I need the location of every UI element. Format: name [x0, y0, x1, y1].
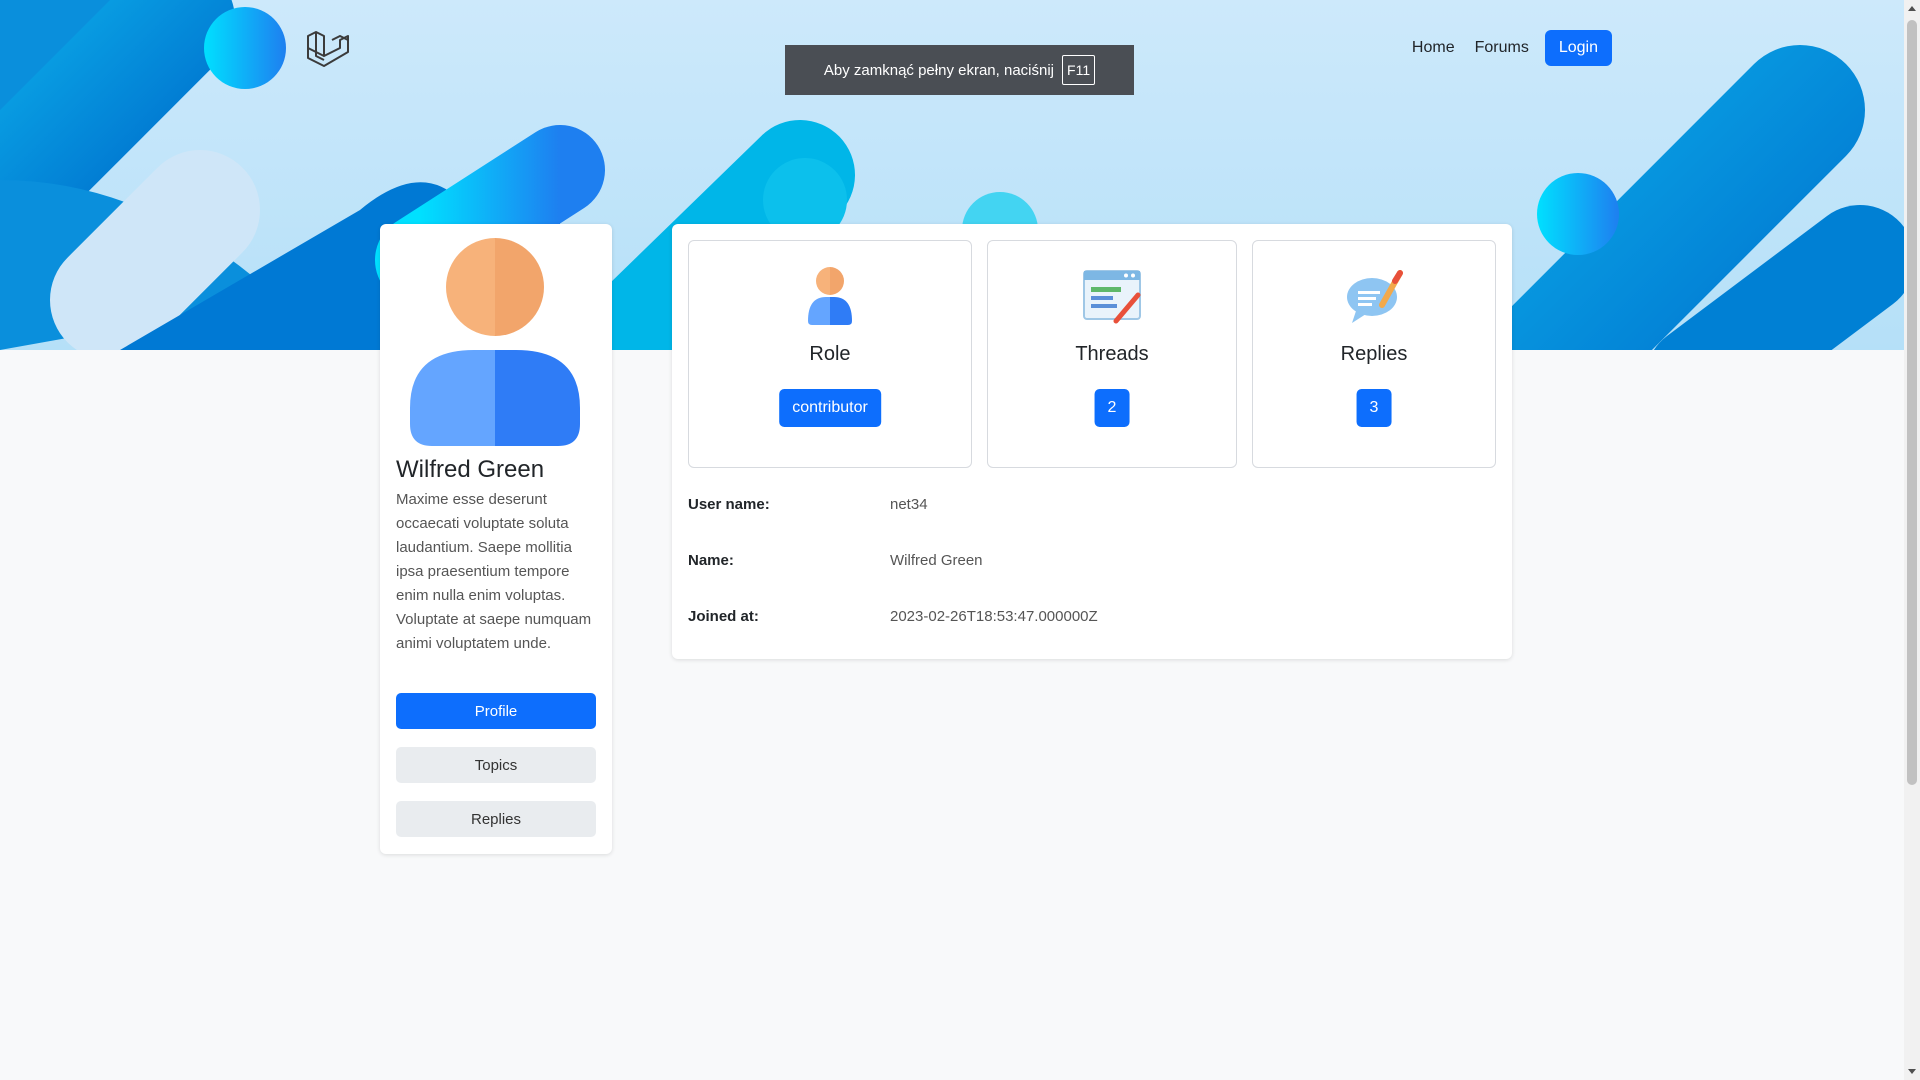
laravel-logo-icon[interactable] [304, 26, 350, 72]
fullscreen-key-badge: F11 [1062, 55, 1096, 85]
login-button[interactable]: Login [1544, 30, 1612, 66]
role-badge: contributor [779, 389, 881, 427]
name-label: Name: [688, 552, 734, 569]
replies-chat-icon [1347, 270, 1403, 323]
scroll-up-arrow-icon[interactable] [1908, 6, 1916, 11]
replies-label: Replies [1340, 343, 1408, 365]
threads-count-badge: 2 [1094, 389, 1130, 427]
profile-sidebar-card: Wilfred Green Maxime esse deserunt occae… [380, 224, 612, 854]
role-label: Role [809, 343, 851, 365]
username-label: User name: [688, 496, 770, 513]
user-role-icon [808, 267, 852, 325]
page-scrollbar[interactable] [1904, 0, 1920, 1080]
replies-button[interactable]: Replies [396, 801, 596, 837]
nav-home-link[interactable]: Home [1402, 39, 1465, 57]
profile-details-card: Role contributor Threads 2 Replies 3 Use… [672, 224, 1512, 659]
profile-button[interactable]: Profile [396, 693, 596, 729]
name-value: Wilfred Green [890, 552, 983, 569]
nav-forums-link[interactable]: Forums [1465, 39, 1539, 57]
replies-count-badge: 3 [1356, 389, 1392, 427]
replies-stat-card: Replies 3 [1252, 240, 1496, 468]
joined-value: 2023-02-26T18:53:47.000000Z [890, 608, 1098, 625]
topics-button[interactable]: Topics [396, 747, 596, 783]
fullscreen-notice: Aby zamknąć pełny ekran, naciśnij F11 [785, 45, 1134, 95]
threads-document-icon [1083, 270, 1141, 324]
scroll-down-arrow-icon[interactable] [1908, 1069, 1916, 1074]
fullscreen-notice-text: Aby zamknąć pełny ekran, naciśnij [823, 61, 1055, 79]
top-navigation: Home Forums Login [1402, 30, 1612, 66]
threads-stat-card: Threads 2 [987, 240, 1237, 468]
user-avatar-icon [410, 238, 580, 446]
profile-name: Wilfred Green [396, 456, 545, 483]
joined-label: Joined at: [688, 608, 759, 625]
username-value: net34 [890, 496, 928, 513]
scrollbar-thumb[interactable] [1907, 20, 1917, 785]
threads-label: Threads [1075, 343, 1149, 365]
role-stat-card: Role contributor [688, 240, 972, 468]
profile-bio: Maxime esse deserunt occaecati voluptate… [396, 491, 592, 652]
